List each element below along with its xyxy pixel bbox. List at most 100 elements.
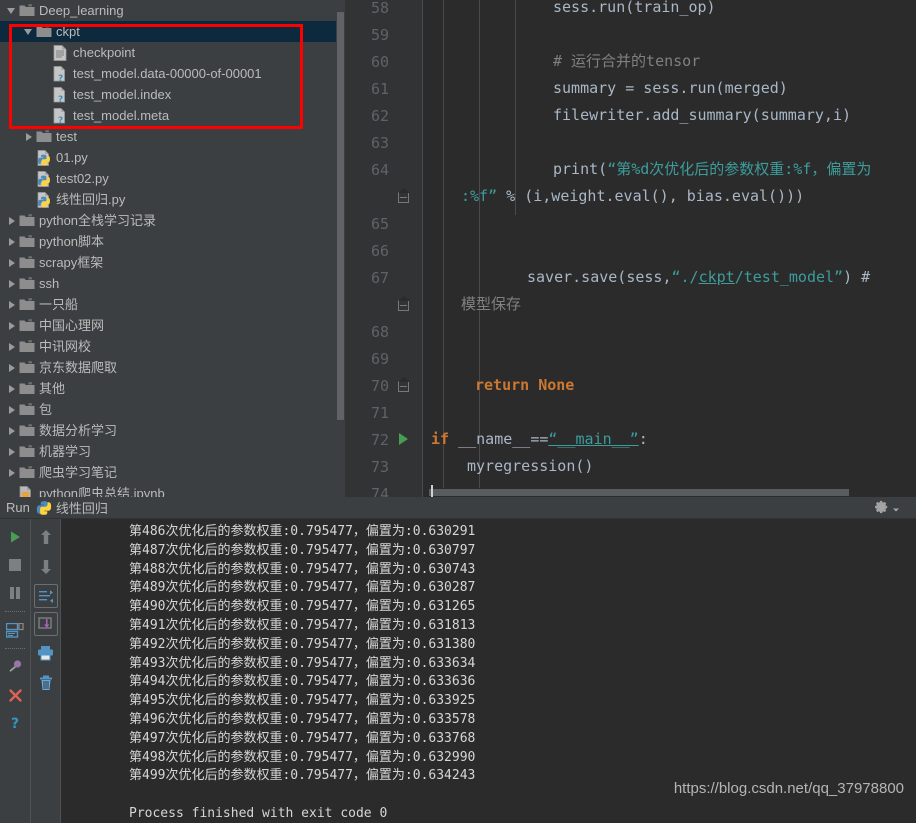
chevron-right-icon[interactable]: [6, 340, 19, 353]
code-line[interactable]: saver.save(sess,“./ckpt/test_model”) #: [423, 264, 870, 291]
tree-item-11[interactable]: python脚本: [0, 231, 345, 252]
tree-item-21[interactable]: 机器学习: [0, 441, 345, 462]
code-editor[interactable]: 58 59 60 61 62 63 64 65 66 67 68 69 70 71 72 73 74 sess.…: [345, 0, 916, 497]
code-text-area[interactable]: sess.run(train_op) # 运行合并的tensor summary =…: [423, 0, 916, 490]
console-line: 第497次优化后的参数权重:0.795477，偏置为:0.633768: [129, 730, 476, 746]
tree-item-19[interactable]: 包: [0, 399, 345, 420]
run-tab-name[interactable]: 线性回归: [56, 498, 108, 517]
code-line[interactable]: # 运行合并的tensor: [423, 48, 700, 75]
code-line[interactable]: filewriter.add_summary(summary,i): [423, 102, 851, 129]
project-tree-scrollbar-thumb[interactable]: [337, 12, 344, 420]
chevron-right-icon[interactable]: [6, 424, 19, 437]
soft-wrap-icon[interactable]: [33, 584, 58, 608]
chevron-right-icon[interactable]: [6, 466, 19, 479]
chevron-down-icon[interactable]: [23, 25, 36, 38]
chevron-right-icon[interactable]: [6, 382, 19, 395]
code-token: filewriter.add_summary(summary,i): [553, 106, 852, 124]
run-toolbar-left[interactable]: ?: [0, 519, 30, 823]
code-token: myregression(): [467, 457, 594, 475]
folder-icon: [19, 255, 35, 271]
tree-item-1[interactable]: ckpt: [0, 21, 345, 42]
chevron-down-icon[interactable]: [892, 501, 900, 519]
svg-text:?: ?: [58, 116, 63, 124]
line-number: 72: [370, 430, 389, 449]
gutter-line: 63: [345, 129, 423, 156]
tree-item-10[interactable]: python全栈学习记录: [0, 210, 345, 231]
chevron-right-icon[interactable]: [6, 277, 19, 290]
chevron-down-icon[interactable]: [6, 4, 19, 17]
code-line[interactable]: :%f” % (i,weight.eval(), bias.eval())): [423, 183, 804, 210]
run-console-output[interactable]: 第486次优化后的参数权重:0.795477，偏置为:0.630291 第487次…: [60, 519, 916, 823]
line-number: 58: [370, 0, 389, 17]
rerun-button[interactable]: [2, 524, 28, 550]
tree-item-2[interactable]: checkpoint: [0, 42, 345, 63]
chevron-right-icon[interactable]: [6, 214, 19, 227]
code-line[interactable]: 模型保存: [423, 291, 521, 318]
code-line[interactable]: if __name__==“__main__”:: [423, 426, 648, 453]
pause-button[interactable]: [2, 580, 28, 606]
tree-item-23[interactable]: python爬虫总结.ipynb: [0, 483, 345, 497]
editor-horizontal-scrollbar-thumb[interactable]: [429, 489, 849, 496]
tree-item-17[interactable]: 京东数据爬取: [0, 357, 345, 378]
code-line[interactable]: print(“第%d次优化后的参数权重:%f，偏置为: [423, 156, 871, 183]
project-tree-scrollbar[interactable]: [336, 0, 345, 497]
printer-icon[interactable]: [33, 640, 59, 666]
trash-icon[interactable]: [33, 670, 59, 696]
project-tree-panel[interactable]: Deep_learning ckpt checkpoint? test_model.d…: [0, 0, 345, 497]
code-line[interactable]: myregression(): [423, 453, 593, 480]
tree-item-13[interactable]: ssh: [0, 273, 345, 294]
stop-button[interactable]: [2, 552, 28, 578]
close-x-icon[interactable]: [2, 682, 28, 708]
chevron-right-icon[interactable]: [6, 319, 19, 332]
tree-item-20[interactable]: 数据分析学习: [0, 420, 345, 441]
tree-item-3[interactable]: ? test_model.data-00000-of-00001: [0, 63, 345, 84]
folder-icon: [19, 3, 35, 19]
scroll-to-end-icon[interactable]: [33, 612, 58, 636]
line-number: 64: [370, 160, 389, 179]
tree-item-6[interactable]: test: [0, 126, 345, 147]
gear-icon[interactable]: [875, 500, 889, 519]
code-line[interactable]: summary = sess.run(merged): [423, 75, 788, 102]
chevron-right-icon[interactable]: [6, 256, 19, 269]
run-toolbar-right[interactable]: [30, 519, 60, 823]
tree-item-7[interactable]: 01.py: [0, 147, 345, 168]
tree-item-14[interactable]: 一只船: [0, 294, 345, 315]
arrow-down-icon[interactable]: [33, 554, 59, 580]
pin-icon[interactable]: [2, 654, 28, 680]
run-settings-group[interactable]: [875, 500, 900, 519]
code-line[interactable]: return None: [423, 372, 574, 399]
gutter-line: 71: [345, 399, 423, 426]
chevron-right-icon[interactable]: [6, 298, 19, 311]
tree-item-22[interactable]: 爬虫学习笔记: [0, 462, 345, 483]
chevron-right-icon[interactable]: [6, 235, 19, 248]
code-fold-icon[interactable]: [389, 295, 417, 314]
line-number: 63: [370, 133, 389, 152]
console-icon[interactable]: [2, 617, 28, 643]
code-fold-icon[interactable]: [389, 376, 417, 395]
gutter-line: 73: [345, 453, 423, 480]
tree-item-0[interactable]: Deep_learning: [0, 0, 345, 21]
chevron-right-icon[interactable]: [23, 130, 36, 143]
question-mark-icon[interactable]: ?: [2, 710, 28, 736]
tree-item-8[interactable]: test02.py: [0, 168, 345, 189]
run-gutter-icon[interactable]: [389, 431, 417, 449]
tree-item-18[interactable]: 其他: [0, 378, 345, 399]
editor-horizontal-scrollbar[interactable]: [429, 488, 916, 497]
code-fold-icon[interactable]: [389, 187, 417, 206]
tree-item-label: 其他: [39, 380, 66, 396]
python-file-icon: [36, 500, 52, 516]
tree-item-label: python脚本: [39, 233, 105, 249]
tree-item-4[interactable]: ? test_model.index: [0, 84, 345, 105]
tree-item-16[interactable]: 中讯网校: [0, 336, 345, 357]
arrow-up-icon[interactable]: [33, 524, 59, 550]
chevron-right-icon[interactable]: [6, 403, 19, 416]
chevron-right-icon[interactable]: [6, 361, 19, 374]
tree-item-5[interactable]: ? test_model.meta: [0, 105, 345, 126]
tree-item-9[interactable]: 线性回归.py: [0, 189, 345, 210]
editor-gutter[interactable]: 58 59 60 61 62 63 64 65 66 67 68 69 70 71 72 73 74: [345, 0, 423, 497]
tree-item-15[interactable]: 中国心理网: [0, 315, 345, 336]
tree-item-12[interactable]: scrapy框架: [0, 252, 345, 273]
gutter-line: 74: [345, 480, 423, 498]
chevron-right-icon[interactable]: [6, 445, 19, 458]
code-line[interactable]: sess.run(train_op): [423, 0, 716, 21]
